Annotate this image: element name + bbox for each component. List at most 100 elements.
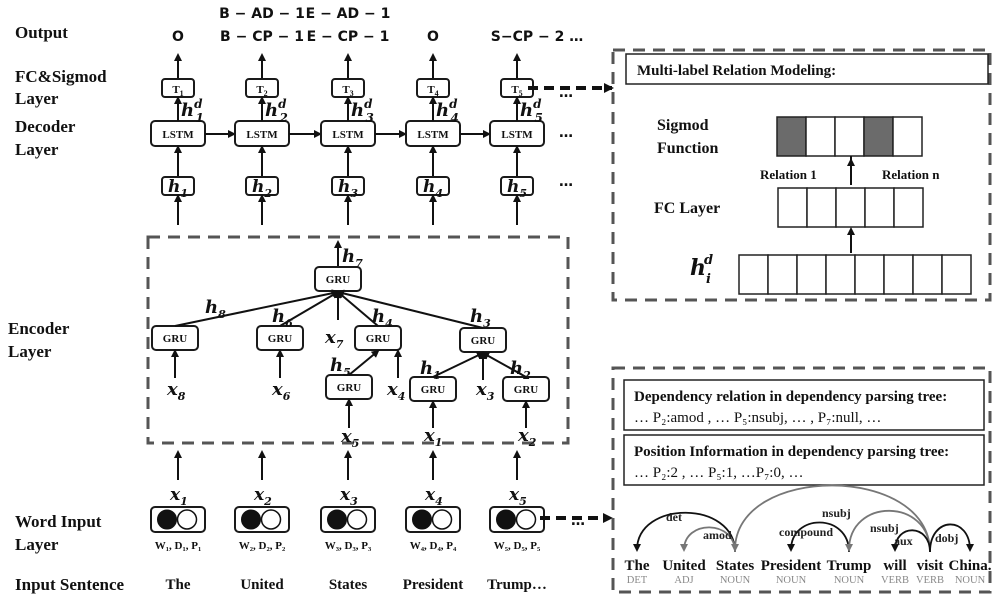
gru-label: GRU: [366, 333, 391, 345]
dependency-arc-label: nsubj: [870, 521, 899, 535]
label-input-sentence: Input Sentence: [15, 575, 125, 594]
sigmod-label-2: Function: [657, 140, 718, 157]
dependency-pos-tag: NOUN: [955, 575, 986, 586]
dependency-relation-items: … P₂:amod , … P₅:nsubj, … , P₇:null, …: [634, 410, 881, 426]
word-x-label: x4: [424, 485, 443, 508]
sigmod-label-1: Sigmod: [657, 117, 709, 134]
dependency-arc-label: nsubj: [822, 506, 851, 520]
ellipsis-hidden: …: [559, 174, 573, 190]
label-encoder-1: Encoder: [8, 319, 70, 338]
fc-cell: [806, 187, 837, 228]
h3-label: h3: [470, 306, 491, 330]
label-decoder-1: Decoder: [15, 117, 76, 136]
label-word-input-1: Word Input: [15, 512, 102, 531]
output-label: B − AD − 1 B − CP − 1: [219, 6, 305, 45]
dependency-arc-label: dobj: [935, 531, 958, 545]
dependency-arc-label: amod: [703, 528, 732, 542]
empty-circle-icon: [515, 509, 537, 530]
word-x-label: x2: [253, 485, 272, 508]
filled-circle-icon: [327, 509, 347, 530]
x3-label: x3: [475, 379, 495, 403]
input-word: President: [403, 577, 464, 593]
output-text: S−CP − 2 …: [491, 29, 583, 45]
dependency-panel: Dependency relation in dependency parsin…: [611, 366, 992, 594]
word-x-label: x5: [508, 485, 527, 508]
input-word: The: [165, 577, 190, 593]
lstm-label: LSTM: [501, 129, 533, 141]
output-label: O: [172, 29, 184, 45]
gru-label: GRU: [471, 335, 496, 347]
connector-arrowhead: [604, 83, 614, 93]
label-fc-sigmod-1: FC&Sigmod: [15, 67, 107, 86]
hidden-cell: [796, 254, 827, 295]
gru-label: GRU: [268, 333, 293, 345]
dependency-token: Trump: [827, 558, 872, 574]
output-text: O: [172, 29, 184, 45]
decoder-hidden-label: hd 3: [351, 97, 374, 125]
gru-label: GRU: [337, 382, 362, 394]
decoder-hidden-label: hd 2: [265, 97, 288, 125]
sigmoid-cell: [776, 116, 807, 157]
hidden-cell: [767, 254, 798, 295]
dependency-relation-title: Dependency relation in dependency parsin…: [634, 389, 947, 405]
output-label: E − AD − 1 E − CP − 1: [306, 6, 391, 45]
label-decoder-2: Layer: [15, 140, 59, 159]
model-diagram: Output FC&Sigmod Layer Decoder Layer Enc…: [8, 6, 992, 594]
x8-label: x8: [166, 379, 186, 403]
edge-arrow-n8: [174, 289, 340, 327]
dependency-token: President: [761, 558, 822, 574]
dependency-pos-tag: NOUN: [776, 575, 807, 586]
empty-circle-icon: [346, 509, 368, 530]
hidden-cell: [825, 254, 856, 295]
dependency-pos-tag: DET: [627, 575, 648, 586]
sigmoid-cell: [863, 116, 894, 157]
hidden-cell: [854, 254, 885, 295]
fc-cell: [864, 187, 895, 228]
x2-label: x2: [517, 425, 537, 449]
output-text: O: [427, 29, 439, 45]
empty-circle-icon: [260, 509, 282, 530]
fc-cell: [893, 187, 924, 228]
gru-label: GRU: [421, 384, 446, 396]
position-info-items: … P₂:2 , … P₅:1, …P₇:0, …: [634, 465, 803, 481]
input-word: Trump…: [487, 577, 547, 593]
ellipsis-word: …: [571, 513, 585, 529]
filled-circle-icon: [157, 509, 177, 530]
decoder-layer: T1LSTMhd 1h1T2LSTMhd 2h2T3LSTMhd 3h3T4LSTMh…: [150, 53, 573, 225]
word-features: W₃, D₃, P₃: [325, 540, 372, 552]
dependency-pos-tag: NOUN: [720, 575, 751, 586]
input-word: States: [329, 577, 367, 593]
dependency-token: United: [662, 558, 706, 574]
relation-panel: Multi-label Relation Modeling: Sigmod Fu…: [611, 48, 992, 302]
word-features: W₂, D₂, P₂: [239, 540, 286, 552]
word-input-row: x1 W₁, D₁, P₁ The x2 W₂, D₂, P₂ United x3 W₃, D…: [150, 450, 613, 593]
label-word-input-2: Layer: [15, 535, 59, 554]
output-text: B − CP − 1: [220, 29, 304, 45]
filled-circle-icon: [241, 509, 261, 530]
position-info-title: Position Information in dependency parsi…: [634, 444, 949, 460]
label-output: Output: [15, 23, 68, 42]
lstm-label: LSTM: [417, 129, 449, 141]
x4-label: x4: [386, 379, 405, 403]
input-word: United: [240, 577, 284, 593]
dependency-pos-tag: NOUN: [834, 575, 865, 586]
decoder-hidden-label: hd 1: [181, 97, 204, 125]
lstm-label: LSTM: [246, 129, 278, 141]
fc-cell: [835, 187, 866, 228]
h7-label: h7: [342, 246, 363, 270]
empty-circle-icon: [176, 509, 198, 530]
dependency-pos-tag: VERB: [881, 575, 909, 586]
h6-label: h6: [272, 306, 293, 330]
dependency-arc-label: det: [666, 510, 682, 524]
fc-cell: [777, 187, 808, 228]
filled-circle-icon: [496, 509, 516, 530]
dependency-token: will: [883, 558, 906, 574]
encoder-tree: GRU h7 GRU GRU GRU GRU h8 h6 h4 h3 x7 x8 x6 GRU h5 x4 x5…: [151, 240, 550, 450]
gru-label: GRU: [326, 274, 351, 286]
dependency-token: China.: [949, 558, 992, 574]
dependency-pos-tag: ADJ: [674, 575, 693, 586]
output-label: O: [427, 29, 439, 45]
word-features: W₄, D₄, P₄: [410, 540, 457, 552]
sigmoid-cell: [834, 116, 865, 157]
fc-layer-label: FC Layer: [654, 200, 720, 217]
